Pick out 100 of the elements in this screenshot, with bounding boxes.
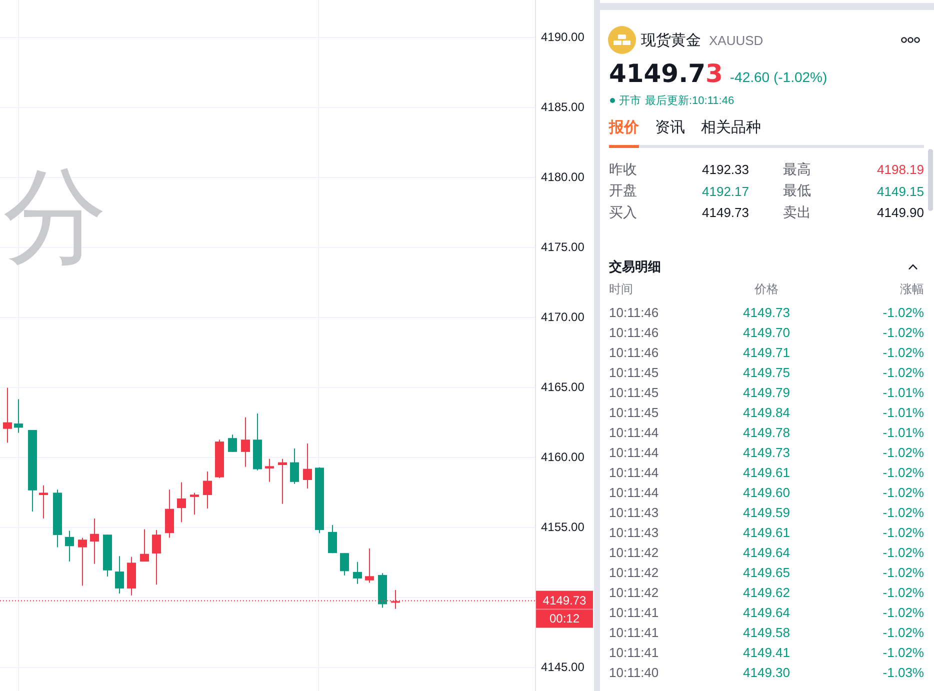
tab[interactable]: 相关品种 (701, 118, 761, 148)
candlestick (140, 528, 149, 562)
trade-time: 10:11:45 (609, 405, 659, 420)
trade-time: 10:11:40 (609, 665, 659, 680)
candlestick (115, 556, 124, 594)
last-price: 4149.73 (609, 59, 723, 89)
stat-value: 4149.15 (877, 184, 924, 199)
more-icon[interactable] (901, 37, 920, 43)
trade-time: 10:11:43 (609, 505, 659, 520)
stat-value: 4192.33 (702, 162, 749, 178)
trade-change: -1.02% (882, 625, 924, 640)
candlestick (152, 530, 161, 586)
trade-price: 4149.64 (743, 605, 790, 620)
update-time-label: 最后更新:10:11:46 (645, 94, 734, 108)
candlestick (90, 518, 99, 564)
candlestick (53, 489, 62, 548)
trade-time: 10:11:41 (609, 625, 659, 640)
stat-label: 卖出 (783, 204, 811, 222)
stat-label: 最低 (783, 182, 811, 200)
trade-time: 10:11:46 (609, 325, 659, 340)
trade-price: 4149.41 (743, 645, 790, 660)
candlestick (177, 482, 186, 523)
trade-change: -1.02% (882, 505, 924, 520)
candlestick (315, 466, 324, 534)
trade-change: -1.02% (882, 365, 924, 380)
axis-label: 4175.00 (541, 240, 584, 254)
trade-price: 4149.84 (743, 405, 790, 420)
trade-time: 10:11:41 (609, 645, 659, 660)
column-header: 价格 (754, 280, 778, 298)
trade-time: 10:11:44 (609, 425, 659, 440)
trade-change: -1.01% (882, 425, 924, 440)
trade-change: -1.02% (882, 585, 924, 600)
stat-label: 买入 (609, 204, 637, 222)
trade-time: 10:11:46 (609, 345, 659, 360)
trade-change: -1.02% (882, 645, 924, 660)
candlestick (65, 530, 74, 562)
trade-change: -1.02% (882, 345, 924, 360)
candlestick (353, 561, 362, 584)
trade-price: 4149.70 (743, 325, 790, 340)
tab[interactable]: 资讯 (655, 118, 685, 148)
axis-label: 4185.00 (541, 100, 584, 114)
trade-change: -1.01% (882, 385, 924, 400)
candlestick (290, 448, 299, 484)
axis-label: 4155.00 (541, 520, 584, 534)
trade-change: -1.02% (882, 445, 924, 460)
trade-change: -1.02% (882, 605, 924, 620)
trade-price: 4149.73 (743, 305, 790, 320)
market-status-label: 开市 (619, 94, 641, 108)
axis-label: 4170.00 (541, 310, 584, 324)
trade-change: -1.02% (882, 545, 924, 560)
trade-price: 4149.75 (743, 365, 790, 380)
trade-time: 10:11:44 (609, 445, 659, 460)
instrument-name: 现货黄金 (641, 30, 701, 50)
symbol-label: XAUUSD (709, 32, 764, 48)
candlestick (328, 524, 337, 554)
candlestick (14, 398, 23, 434)
column-header: 时间 (609, 280, 633, 298)
stat-value: 4192.17 (702, 184, 749, 199)
trade-price: 4149.73 (743, 445, 790, 460)
column-header: 涨幅 (900, 280, 924, 298)
stat-value: 4149.73 (702, 205, 749, 220)
trade-change: -1.02% (882, 485, 924, 500)
trade-change: -1.02% (882, 565, 924, 580)
price-label: 4149.73 (542, 593, 586, 608)
candlestick (3, 387, 12, 444)
trade-price: 4149.62 (743, 585, 790, 600)
candlestick (215, 439, 224, 479)
countdown-label: 00:12 (549, 611, 580, 626)
trade-price: 4149.61 (743, 525, 790, 540)
candlestick (253, 412, 262, 471)
ingot-icon (608, 26, 636, 54)
candlestick (303, 442, 312, 489)
trade-time: 10:11:42 (609, 585, 659, 600)
caret-icon[interactable] (908, 264, 918, 270)
candlestick (203, 471, 212, 509)
trade-price: 4149.65 (743, 565, 790, 580)
candlestick (265, 458, 274, 482)
trade-change: -1.03% (882, 665, 924, 680)
scrollbar-thumb[interactable] (928, 149, 933, 211)
trade-time: 10:11:46 (609, 305, 659, 320)
candlestick (190, 492, 199, 516)
stat-label: 最高 (783, 160, 811, 179)
trade-change: -1.02% (882, 465, 924, 480)
axis-label: 4190.00 (541, 30, 584, 44)
candlestick (278, 458, 287, 504)
trade-price: 4149.30 (743, 665, 790, 680)
stat-label: 昨收 (609, 160, 637, 179)
candlestick (340, 552, 349, 576)
trade-time: 10:11:44 (609, 485, 659, 500)
trade-change: -1.02% (882, 305, 924, 320)
trade-time: 10:11:44 (609, 465, 659, 480)
trade-price: 4149.78 (743, 425, 790, 440)
candlestick (103, 534, 112, 578)
candlestick (165, 489, 174, 538)
trade-price: 4149.59 (743, 505, 790, 520)
trade-time: 10:11:42 (609, 565, 659, 580)
trade-time: 10:11:42 (609, 545, 659, 560)
axis-label: 4145.00 (541, 660, 584, 674)
trade-price: 4149.60 (743, 485, 790, 500)
candlestick (78, 537, 87, 586)
